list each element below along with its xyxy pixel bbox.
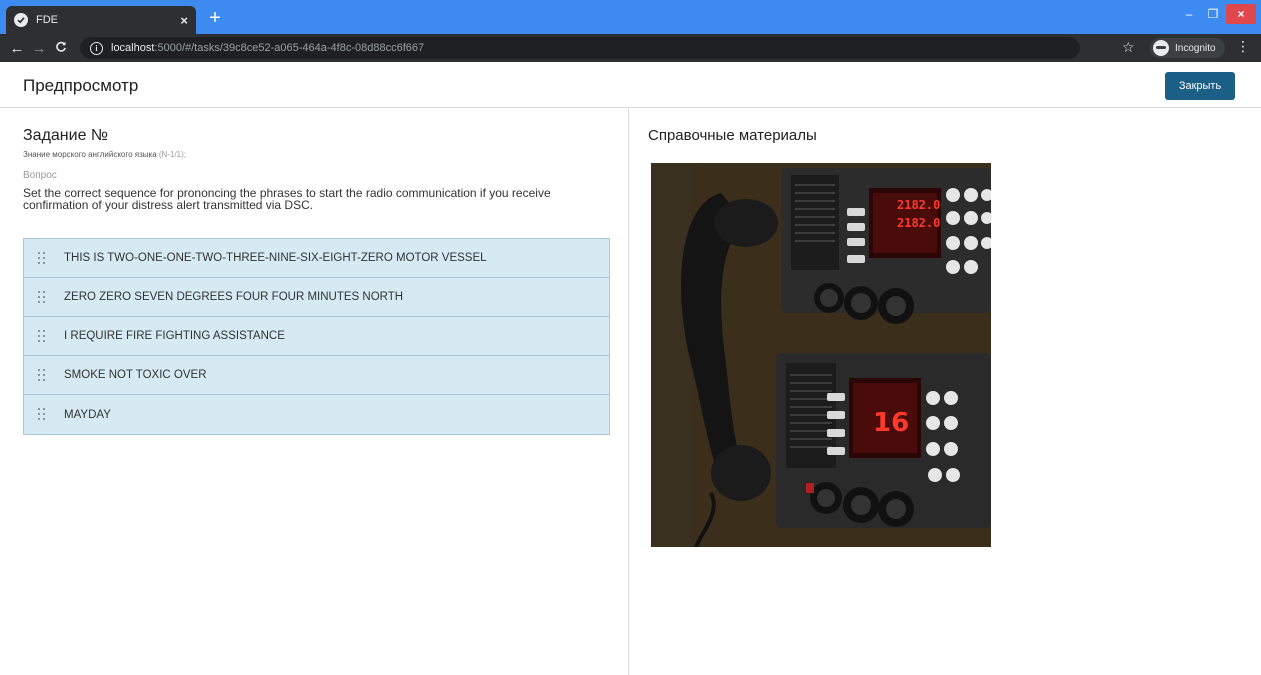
browser-tab[interactable]: FDE × — [6, 6, 196, 34]
incognito-profile-button[interactable]: Incognito — [1150, 38, 1225, 58]
drag-handle-icon[interactable] — [38, 408, 48, 421]
reference-image: 2182.0 2182.0 16 — [651, 163, 991, 547]
incognito-icon — [1153, 40, 1169, 56]
info-icon[interactable]: i — [90, 41, 103, 55]
svg-text:16: 16 — [873, 408, 909, 438]
drag-handle-icon[interactable] — [38, 290, 48, 304]
svg-text:2182.0: 2182.0 — [897, 216, 940, 230]
drag-handle-icon[interactable] — [38, 329, 48, 343]
tab-title: FDE — [36, 14, 58, 26]
answer-item[interactable]: THIS IS TWO-ONE-ONE-TWO-THREE-NINE-SIX-E… — [24, 239, 609, 278]
question-text: Set the correct sequence for prononcing … — [23, 186, 551, 212]
answer-text: THIS IS TWO-ONE-ONE-TWO-THREE-NINE-SIX-E… — [64, 252, 487, 264]
close-button[interactable]: Закрыть — [1165, 72, 1235, 100]
answer-text: ZERO ZERO SEVEN DEGREES FOUR FOUR MINUTE… — [64, 291, 404, 303]
task-subject: Знание морского английского языка (N-1/1… — [23, 150, 186, 159]
answer-text: MAYDAY — [64, 408, 111, 421]
answer-item[interactable]: MAYDAY — [24, 395, 609, 434]
browser-toolbar: ← → i localhost:5000/#/tasks/39c8ce52-a0… — [0, 34, 1261, 62]
question-label: Вопрос — [23, 170, 57, 181]
reference-title: Справочные материалы — [648, 127, 817, 144]
window-minimize-button[interactable]: – — [1178, 4, 1200, 24]
page-header: Предпросмотр Закрыть — [0, 62, 1261, 108]
answer-text: SMOKE NOT TOXIC OVER — [64, 369, 207, 381]
tab-close-icon[interactable]: × — [180, 13, 188, 28]
drag-handle-icon[interactable] — [38, 251, 48, 265]
incognito-label: Incognito — [1175, 42, 1216, 54]
task-title: Задание № — [23, 127, 109, 144]
url-path: :5000/#/tasks/39c8ce52-a065-464a-4f8c-08… — [154, 42, 425, 54]
back-arrow-icon[interactable]: ← — [6, 40, 28, 57]
window-close-button[interactable]: × — [1226, 4, 1256, 24]
favicon-check-icon — [14, 13, 28, 27]
kebab-menu-icon[interactable]: ⋮ — [1236, 38, 1250, 55]
panel-divider — [628, 108, 629, 675]
task-subject-text: Знание морского английского языка — [23, 150, 157, 159]
task-code: (N-1/1); — [158, 150, 187, 159]
reload-icon[interactable] — [50, 40, 72, 57]
window-maximize-button[interactable]: ❐ — [1202, 4, 1224, 24]
answer-text: I REQUIRE FIRE FIGHTING ASSISTANCE — [64, 330, 285, 342]
browser-tab-bar: FDE × + – ❐ × — [0, 0, 1261, 34]
new-tab-button[interactable]: + — [204, 8, 226, 28]
task-panel: Задание № Знание морского английского яз… — [0, 108, 628, 675]
address-bar[interactable]: i localhost:5000/#/tasks/39c8ce52-a065-4… — [80, 37, 1080, 59]
url-host: localhost — [111, 42, 155, 54]
answer-item[interactable]: ZERO ZERO SEVEN DEGREES FOUR FOUR MINUTE… — [24, 278, 609, 317]
drag-handle-icon[interactable] — [38, 368, 48, 382]
answer-item[interactable]: I REQUIRE FIRE FIGHTING ASSISTANCE — [24, 317, 609, 356]
star-icon[interactable]: ☆ — [1122, 39, 1135, 56]
answer-item[interactable]: SMOKE NOT TOXIC OVER — [24, 356, 609, 395]
svg-text:2182.0: 2182.0 — [897, 198, 940, 212]
answer-sortable-list: THIS IS TWO-ONE-ONE-TWO-THREE-NINE-SIX-E… — [23, 238, 610, 435]
forward-arrow-icon[interactable]: → — [28, 40, 50, 57]
page-title: Предпросмотр — [23, 76, 139, 95]
